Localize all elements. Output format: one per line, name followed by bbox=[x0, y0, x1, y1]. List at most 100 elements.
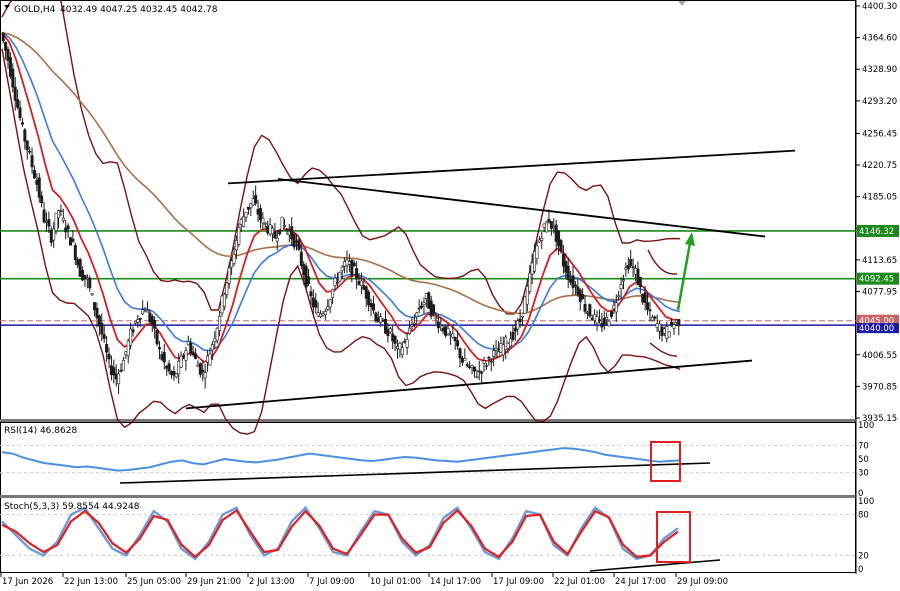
candle-body bbox=[617, 295, 621, 298]
candle-body bbox=[578, 289, 582, 302]
candle-body bbox=[234, 240, 238, 251]
candle-body bbox=[251, 198, 255, 206]
candle-body bbox=[528, 272, 532, 292]
candle-body bbox=[230, 260, 234, 268]
candle-body bbox=[335, 281, 339, 284]
candle-body bbox=[484, 365, 488, 367]
candle-body bbox=[504, 336, 508, 350]
candle-body bbox=[619, 284, 623, 290]
candle-body bbox=[621, 279, 625, 282]
candle-body bbox=[61, 217, 65, 221]
candle-body bbox=[521, 315, 525, 318]
chart-canvas[interactable]: 4400.30 4364.60 4328.90 4293.20 4256.45 4220.… bbox=[0, 0, 900, 591]
main-panel-frame bbox=[0, 0, 856, 420]
candle-body bbox=[393, 335, 397, 344]
candle-body bbox=[559, 240, 563, 252]
candle-body bbox=[533, 250, 537, 272]
candle-body bbox=[232, 254, 236, 264]
candle-body bbox=[4, 42, 8, 51]
candle-body bbox=[400, 347, 404, 355]
candle-body bbox=[162, 352, 166, 363]
candle-body bbox=[518, 318, 522, 322]
candle-body bbox=[275, 237, 279, 242]
candle-body bbox=[218, 316, 222, 331]
candle-body bbox=[612, 305, 616, 309]
candle-body bbox=[295, 240, 299, 243]
candle-body bbox=[307, 276, 311, 284]
candle-body bbox=[542, 223, 546, 228]
stoch-tick-label: 0 bbox=[858, 565, 863, 575]
candle-body bbox=[602, 317, 606, 325]
candle-body bbox=[626, 265, 630, 270]
candle-body bbox=[643, 292, 647, 303]
candle-body bbox=[194, 353, 198, 359]
candle-body bbox=[83, 274, 87, 280]
candle-body bbox=[590, 317, 594, 321]
candle-body bbox=[49, 229, 53, 243]
candle-body bbox=[90, 293, 94, 296]
candle-body bbox=[292, 233, 296, 248]
candle-body bbox=[395, 346, 399, 349]
candle-body bbox=[124, 351, 128, 356]
candle-body bbox=[239, 219, 243, 225]
candle-body bbox=[153, 320, 157, 329]
rsi-tick-label: 50 bbox=[858, 455, 869, 465]
candle-body bbox=[629, 259, 633, 266]
candle-body bbox=[571, 275, 575, 288]
candle-body bbox=[141, 309, 145, 315]
candle-body bbox=[537, 239, 541, 243]
price-tick-label: 4006.55 bbox=[862, 351, 897, 361]
candle-body bbox=[114, 373, 118, 380]
candle-body bbox=[88, 277, 92, 289]
candle-body bbox=[499, 343, 503, 353]
candle-body bbox=[54, 212, 58, 231]
candle-body bbox=[184, 350, 188, 361]
candle-body bbox=[434, 317, 438, 320]
candle-body bbox=[105, 344, 109, 353]
candle-body bbox=[145, 310, 149, 313]
price-tick-label: 4220.75 bbox=[862, 161, 897, 171]
candle-body bbox=[280, 216, 284, 231]
candle-body bbox=[304, 266, 308, 288]
candle-body bbox=[246, 206, 250, 210]
ohlc-label: 4032.49 4047.25 4032.45 4042.78 bbox=[60, 5, 218, 15]
time-tick-label: 17 Jun 2026 bbox=[2, 577, 53, 587]
candle-body bbox=[343, 261, 347, 267]
candle-body bbox=[597, 319, 601, 322]
candle-body bbox=[182, 355, 186, 358]
candle-body bbox=[359, 280, 363, 286]
candle-body bbox=[261, 217, 265, 224]
time-tick-label: 14 Jul 17:00 bbox=[430, 577, 481, 587]
candle-body bbox=[585, 312, 589, 314]
candle-body bbox=[569, 279, 573, 283]
candle-body bbox=[403, 341, 407, 343]
candle-body bbox=[35, 179, 39, 185]
candle-body bbox=[155, 329, 159, 345]
candle-body bbox=[210, 344, 214, 351]
time-tick-label: 17 Jul 09:00 bbox=[493, 577, 544, 587]
time-axis: 17 Jun 2026 22 Jun 13:00 25 Jun 05:00 29 Ju… bbox=[0, 573, 728, 587]
candle-body bbox=[340, 266, 344, 271]
candle-body bbox=[227, 267, 231, 284]
candle-body bbox=[554, 224, 558, 242]
candle-body bbox=[662, 328, 666, 334]
candle-body bbox=[475, 376, 479, 379]
candle-body bbox=[117, 373, 121, 385]
candle-body bbox=[456, 340, 460, 347]
candle-body bbox=[64, 227, 68, 233]
candle-body bbox=[165, 365, 169, 369]
rsi-tick-label: 70 bbox=[858, 441, 869, 451]
candle-body bbox=[511, 331, 515, 340]
candle-body bbox=[540, 237, 544, 241]
candle-body bbox=[100, 322, 104, 335]
price-tick-label: 4293.20 bbox=[862, 97, 897, 107]
candle-body bbox=[415, 312, 419, 317]
candle-body bbox=[422, 302, 426, 305]
time-tick-label: 7 Jul 09:00 bbox=[309, 577, 355, 587]
candle-body bbox=[468, 366, 472, 369]
candle-body bbox=[16, 99, 20, 108]
candle-body bbox=[530, 262, 534, 275]
candle-body bbox=[609, 311, 613, 317]
candle-body bbox=[545, 221, 549, 233]
candle-body bbox=[367, 291, 371, 306]
